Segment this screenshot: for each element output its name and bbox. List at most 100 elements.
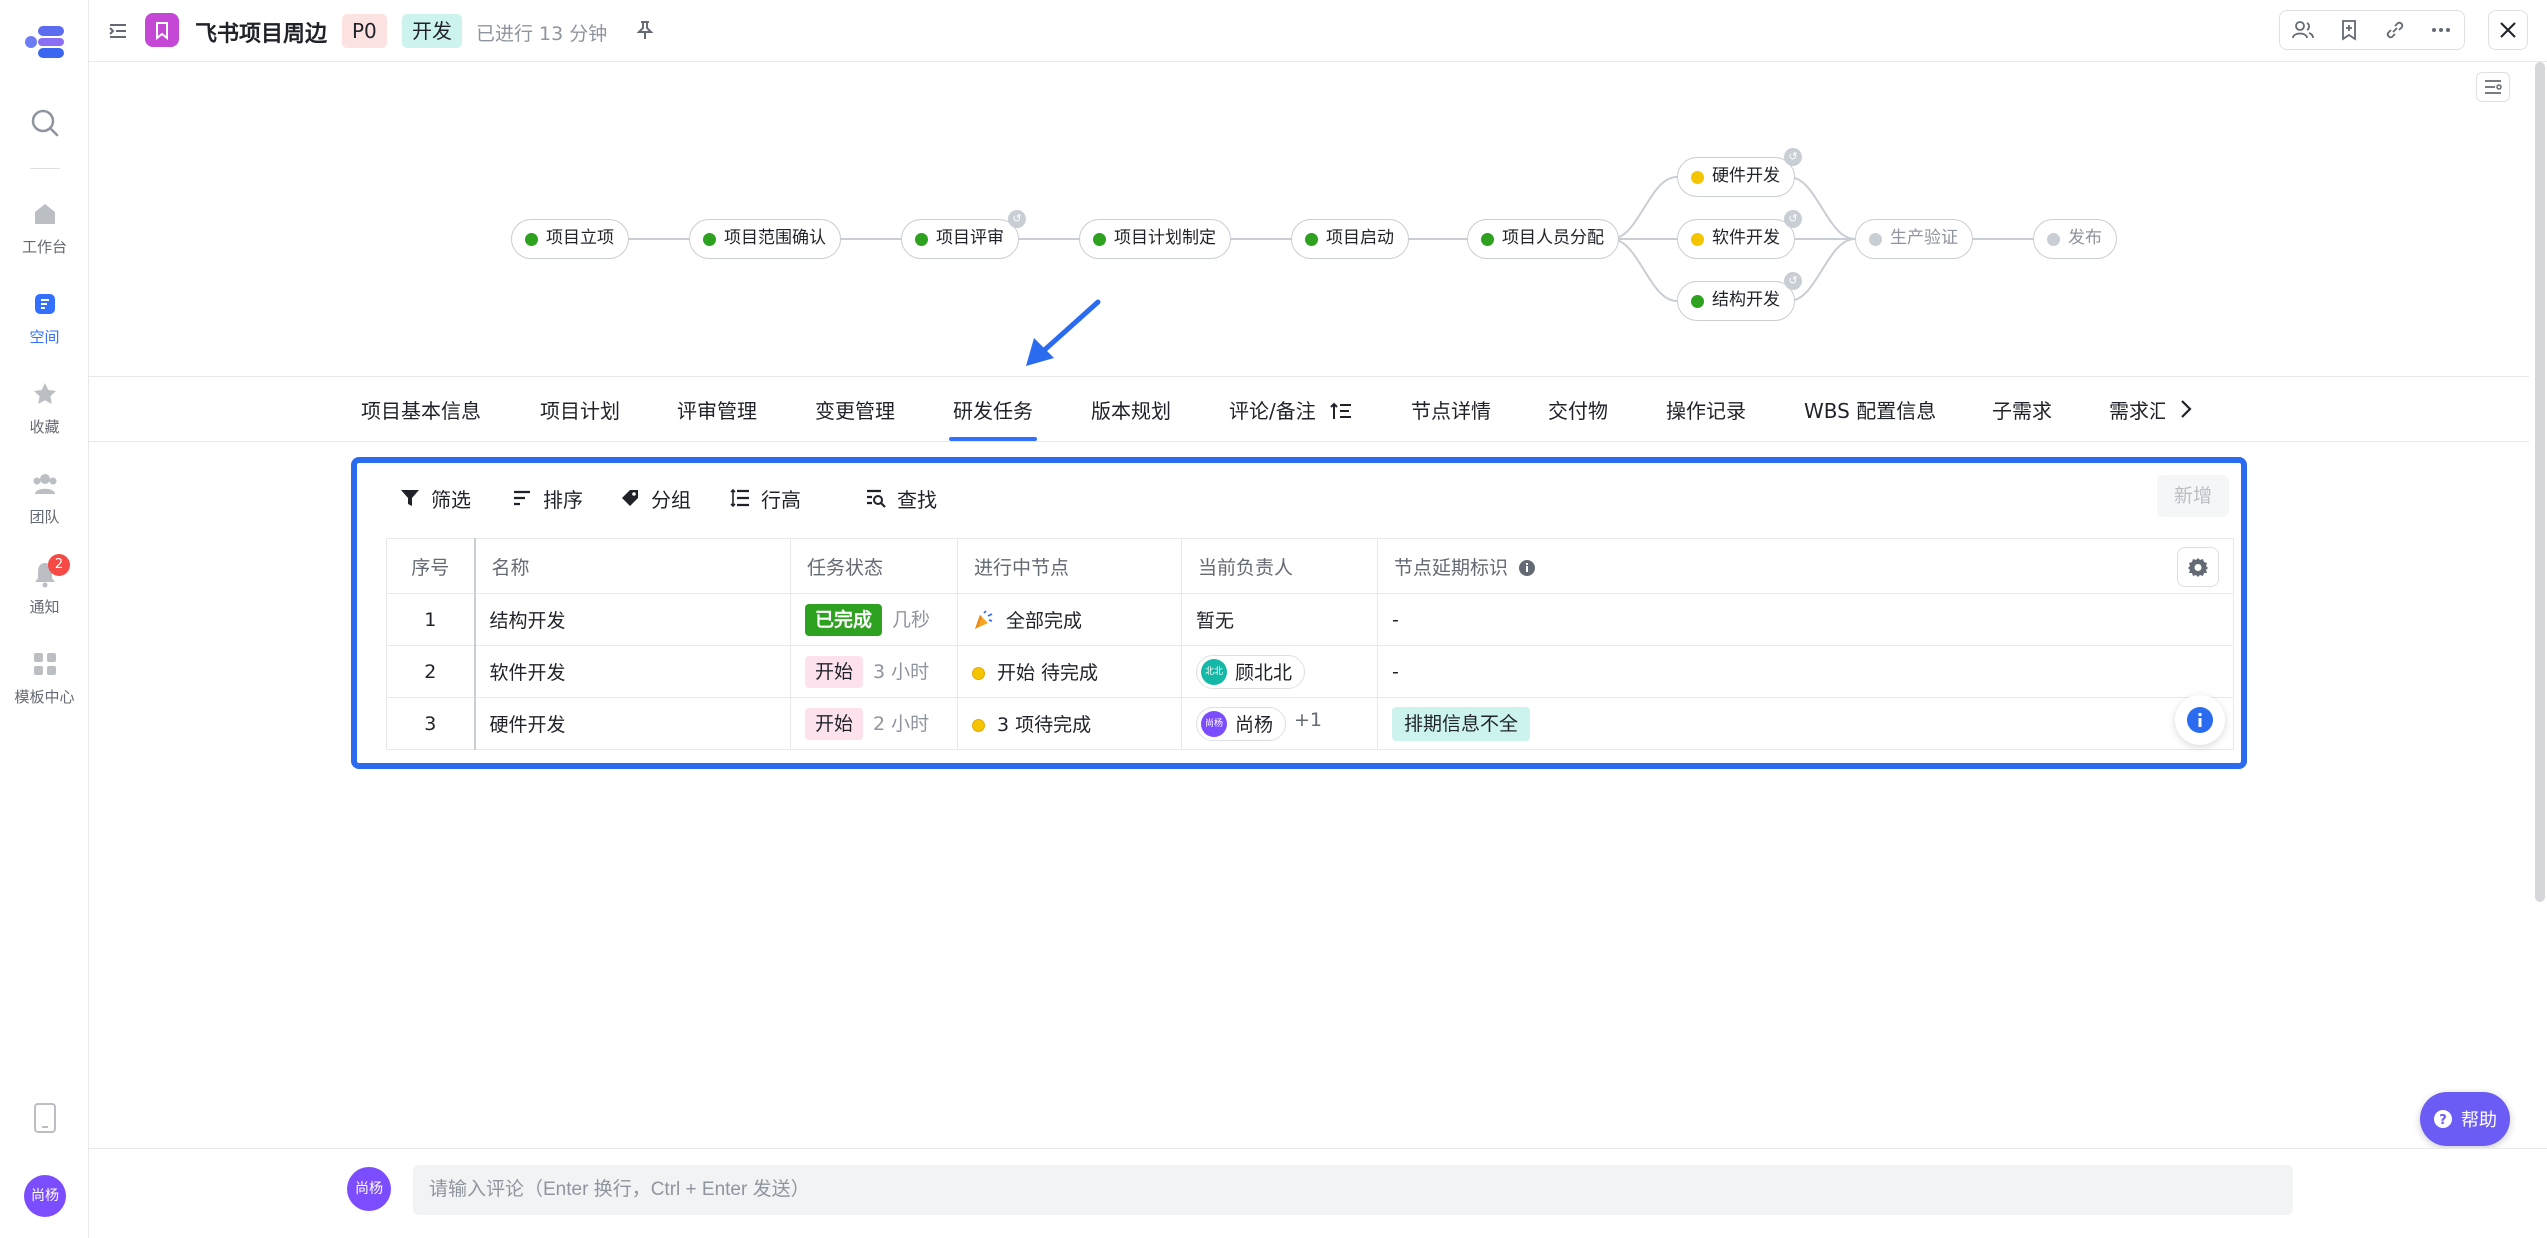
current-node-cell[interactable]: 开始 待完成 [957,645,1182,698]
column-header[interactable]: 序号 [386,538,476,594]
copy-link-button[interactable] [2372,11,2418,49]
flow-node[interactable]: 项目启动 [1291,219,1409,259]
tab-node-details[interactable]: 节点详情 [1411,395,1491,424]
tab-sub-requirements[interactable]: 子需求 [1992,395,2052,424]
column-header[interactable]: 进行中节点 [957,538,1182,594]
flow-node[interactable]: 项目评审 ↺ [901,210,1026,259]
sidebar-item-favorites[interactable]: 收藏 [0,380,89,437]
owner-cell[interactable]: 尚杨 尚杨 +1 [1181,697,1378,750]
tab-deliverables[interactable]: 交付物 [1548,395,1608,424]
tab-wbs-config[interactable]: WBS 配置信息 [1804,395,1936,424]
tab-review[interactable]: 评审管理 [677,395,757,424]
flow-node[interactable]: 软件开发 ↺ [1677,210,1802,259]
task-status-cell[interactable]: 开始 3 小时 [790,645,958,698]
add-task-button[interactable]: 新增 [2157,475,2229,517]
mobile-icon[interactable] [32,1102,58,1134]
status-dot [1691,171,1704,184]
close-button[interactable] [2488,10,2528,50]
find-button[interactable]: 查找 [865,481,937,515]
more-button[interactable] [2418,11,2464,49]
detail-tabs: 项目基本信息 项目计划 评审管理 变更管理 研发任务 版本规划 评论/备注 节点… [89,376,2529,442]
bookmark-add-button[interactable] [2326,11,2372,49]
priority-tag[interactable]: P0 [342,14,387,48]
workflow-diagram: 项目立项 项目范围确认 项目评审 ↺ 项目计划制定 项目启动 项目人员分配 硬件开… [89,62,2529,372]
filter-button[interactable]: 筛选 [399,481,471,515]
status-dot [972,719,985,732]
return-mark-icon: ↺ [1008,210,1026,228]
table-settings-button[interactable] [2177,547,2219,587]
tab-requirements[interactable]: 需求汇 [2109,395,2165,424]
tab-versions[interactable]: 版本规划 [1091,395,1171,424]
current-node-cell[interactable]: 全部完成 [957,593,1182,646]
tab-dev-tasks[interactable]: 研发任务 [953,395,1033,424]
column-header[interactable]: 当前负责人 [1181,538,1378,594]
row-height-button[interactable]: 行高 [729,481,801,515]
flow-node[interactable]: 结构开发 ↺ [1677,272,1802,321]
help-button[interactable]: ? 帮助 [2420,1092,2510,1146]
search-icon[interactable] [28,106,62,140]
app-logo-icon[interactable] [24,22,66,62]
current-node-cell[interactable]: 3 项待完成 [957,697,1182,750]
info-icon[interactable] [1518,559,1536,577]
flow-node[interactable]: 项目计划制定 [1079,219,1231,259]
flow-node[interactable]: 项目范围确认 [689,219,841,259]
project-type-icon [145,13,179,47]
pin-icon[interactable] [634,19,656,41]
flow-node[interactable]: 硬件开发 ↺ [1677,148,1802,197]
status-dot [972,667,985,680]
chevron-right-icon[interactable] [2175,397,2197,421]
sidebar-item-templates[interactable]: 模板中心 [0,650,89,707]
stage-tag[interactable]: 开发 [402,14,462,48]
members-icon [2292,21,2314,39]
comment-input[interactable] [413,1165,2293,1215]
row-height-icon [730,488,749,508]
sort-button[interactable]: 排序 [511,481,583,515]
task-name[interactable]: 软件开发 [474,645,791,698]
sidebar-item-notifications[interactable]: 2 通知 [0,554,89,617]
owner-chip[interactable]: 尚杨 尚杨 [1196,706,1287,741]
task-name[interactable]: 结构开发 [474,593,791,646]
flow-node-label: 发布 [2068,228,2102,248]
owner-chip[interactable]: 北北 顾北北 [1196,654,1306,689]
table-row[interactable]: 1 结构开发 已完成 几秒 全部完成 暂无 - [386,593,2234,646]
find-icon [867,489,886,508]
task-status-cell[interactable]: 开始 2 小时 [790,697,958,750]
tab-change[interactable]: 变更管理 [815,395,895,424]
flow-node-label: 项目评审 [936,228,1004,248]
flow-node[interactable]: 项目人员分配 [1467,219,1619,259]
column-header-delay[interactable]: 节点延期标识 [1377,538,2234,594]
column-header[interactable]: 任务状态 [790,538,958,594]
sidebar-item-team[interactable]: 团队 [0,470,89,527]
star-icon [33,383,56,404]
flow-node[interactable]: 项目立项 [511,219,629,259]
tab-project-plan[interactable]: 项目计划 [540,395,620,424]
user-avatar[interactable]: 尚杨 [24,1175,66,1217]
owner-cell[interactable]: 北北 顾北北 [1181,645,1378,698]
status-dot [1305,233,1318,246]
task-name[interactable]: 硬件开发 [474,697,791,750]
group-button[interactable]: 分组 [619,481,691,515]
owner-avatar: 北北 [1201,658,1227,685]
members-button[interactable] [2280,11,2326,49]
table-row[interactable]: 2 软件开发 开始 3 小时 开始 待完成 北北 顾北北 - [386,645,2234,698]
tab-operation-log[interactable]: 操作记录 [1666,395,1746,424]
tab-comments[interactable]: 评论/备注 [1229,395,1352,424]
owner-extra-count[interactable]: +1 [1294,709,1322,731]
sort-order-icon [1330,402,1352,419]
row-height-label: 行高 [761,487,801,512]
column-header[interactable]: 名称 [474,538,791,594]
owner-cell[interactable]: 暂无 [1181,593,1378,646]
tab-basic-info[interactable]: 项目基本信息 [361,395,481,424]
task-status-cell[interactable]: 已完成 几秒 [790,593,958,646]
annotation-arrow-icon [1026,299,1101,366]
collapse-sidebar-icon[interactable] [107,20,129,42]
flow-node-label: 项目计划制定 [1114,228,1216,248]
table-row[interactable]: 3 硬件开发 开始 2 小时 3 项待完成 尚杨 尚杨 +1 排期信息不全 [386,697,2234,750]
flow-node[interactable]: 发布 [2033,219,2117,259]
flow-node[interactable]: 生产验证 [1855,219,1973,259]
link-icon [2386,21,2404,39]
info-float-button[interactable] [2175,695,2225,745]
sidebar-item-workbench[interactable]: 工作台 [0,200,89,257]
page-scrollbar[interactable] [2535,62,2545,902]
sidebar-item-space[interactable]: 空间 [0,290,89,347]
